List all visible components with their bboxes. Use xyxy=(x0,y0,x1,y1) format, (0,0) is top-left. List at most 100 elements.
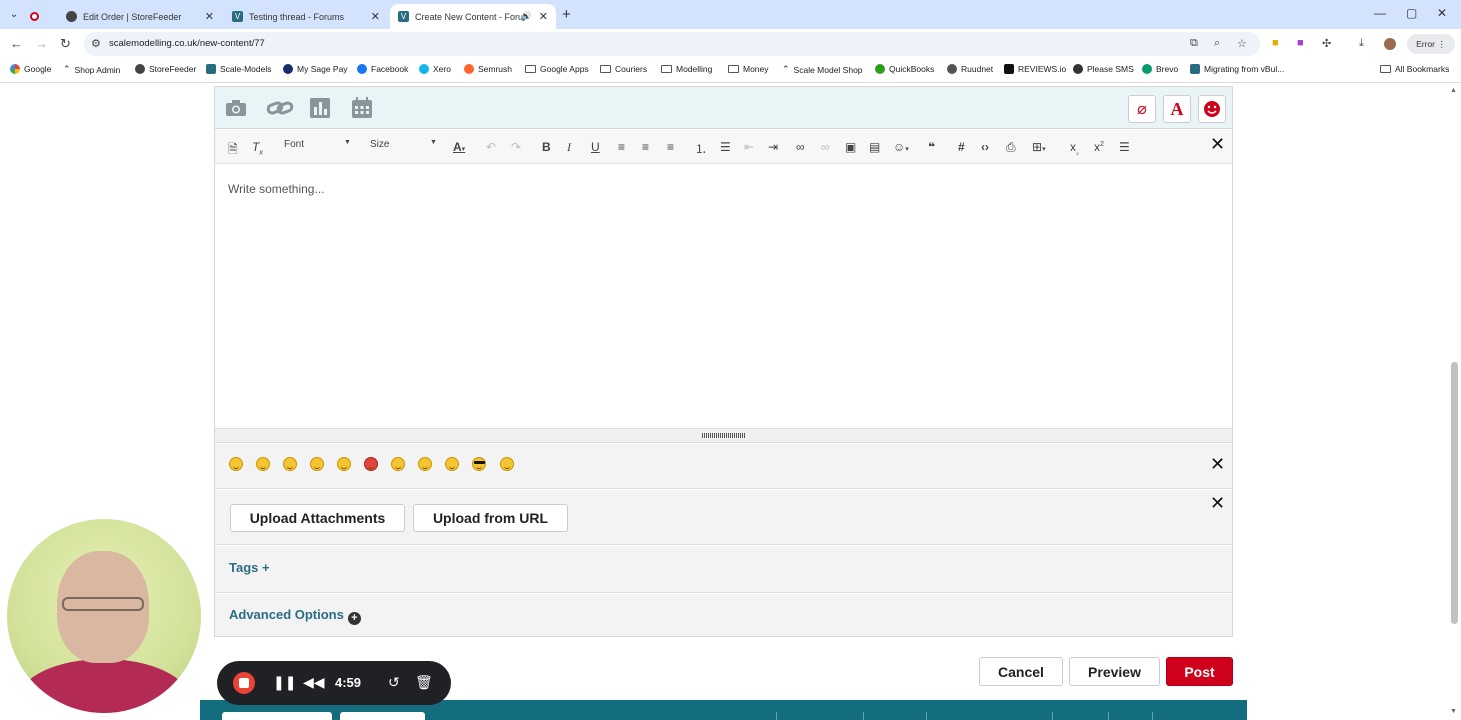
horizontal-rule-icon[interactable]: ☰ xyxy=(1119,140,1130,154)
forward-icon[interactable]: → xyxy=(35,36,48,51)
page-scrollbar[interactable]: ▲ ▼ xyxy=(1449,84,1459,720)
bookmark-all-bookmarks[interactable]: All Bookmarks xyxy=(1380,64,1449,74)
smiley-wink-icon[interactable] xyxy=(310,457,324,471)
bookmark-reviews-io[interactable]: REVIEWS.io xyxy=(1004,64,1066,74)
address-bar[interactable]: ⚙ scalemodelling.co.uk/new-content/77 ⧉ … xyxy=(84,32,1260,56)
align-center-icon[interactable]: ≡ xyxy=(642,140,649,154)
bookmark-my-sage-pay[interactable]: My Sage Pay xyxy=(283,64,348,74)
smiley-smile-icon[interactable] xyxy=(229,457,243,471)
scroll-down-icon[interactable]: ▼ xyxy=(1450,708,1457,715)
footer-tab[interactable] xyxy=(340,712,425,720)
restart-icon[interactable]: ↺ xyxy=(388,674,400,691)
extension-notes-icon[interactable]: ■ xyxy=(1272,37,1279,49)
footer-tab[interactable] xyxy=(222,712,332,720)
extensions-puzzle-icon[interactable]: ✣ xyxy=(1322,37,1331,50)
font-color-icon[interactable]: A▾ xyxy=(453,140,465,154)
close-tab-icon[interactable]: ✕ xyxy=(539,10,548,23)
tags-toggle[interactable]: Tags + xyxy=(229,560,270,575)
bookmark-storefeeder[interactable]: StoreFeeder xyxy=(135,64,196,74)
message-textarea[interactable]: Write something... xyxy=(215,165,1232,427)
speaker-icon[interactable]: 🔊 xyxy=(521,11,532,22)
hashtag-icon[interactable]: # xyxy=(958,140,965,154)
scroll-up-icon[interactable]: ▲ xyxy=(1450,87,1457,94)
close-smilies-icon[interactable]: ✕ xyxy=(1210,454,1225,475)
close-uploads-icon[interactable]: ✕ xyxy=(1210,493,1225,514)
reload-icon[interactable]: ↻ xyxy=(60,36,71,52)
insert-image-icon[interactable]: ▣ xyxy=(845,140,856,154)
table-icon[interactable]: ⊞▾ xyxy=(1032,140,1046,154)
redo-icon[interactable]: ↷ xyxy=(511,140,521,154)
preview-button[interactable]: Preview xyxy=(1069,657,1160,686)
zoom-icon[interactable]: ⌕ xyxy=(1214,37,1220,50)
smiley-surprised-icon[interactable] xyxy=(500,457,514,471)
delete-recording-icon[interactable]: 🗑 xyxy=(415,674,433,691)
bullet-list-icon[interactable]: ☰ xyxy=(720,140,731,154)
editor-resize-handle[interactable] xyxy=(215,428,1232,443)
camera-icon[interactable] xyxy=(224,96,248,120)
html-icon[interactable]: ⎙ xyxy=(1006,140,1016,155)
italic-icon[interactable]: I xyxy=(567,140,571,155)
close-tab-icon[interactable]: ✕ xyxy=(205,10,214,23)
bookmark-xero[interactable]: Xero xyxy=(419,64,451,74)
new-tab-icon[interactable]: + xyxy=(562,6,571,23)
stop-recording-button[interactable] xyxy=(233,672,255,694)
source-icon[interactable]: 🗎 xyxy=(228,140,238,161)
insert-link-icon[interactable]: ∞ xyxy=(796,140,805,154)
bookmark-google-apps[interactable]: Google Apps xyxy=(525,64,589,74)
smiley-neutral-icon[interactable] xyxy=(283,457,297,471)
post-button[interactable]: Post xyxy=(1166,657,1233,686)
undo-icon[interactable]: ↶ xyxy=(486,140,496,154)
site-info-icon[interactable]: ⚙ xyxy=(91,37,101,50)
close-toolbar-icon[interactable]: ✕ xyxy=(1210,134,1225,155)
bookmark-brevo[interactable]: Brevo xyxy=(1142,64,1178,74)
subscript-icon[interactable]: x₂ xyxy=(1070,140,1079,156)
bookmark-migrating[interactable]: Migrating from vBul... xyxy=(1190,64,1284,74)
profile-avatar-icon[interactable] xyxy=(1384,38,1396,50)
outdent-icon[interactable]: ⇤ xyxy=(744,140,754,154)
quote-icon[interactable]: ❝ xyxy=(928,140,935,154)
bookmark-please-sms[interactable]: Please SMS xyxy=(1073,64,1134,74)
remove-format-icon[interactable]: Tx xyxy=(252,140,263,156)
bookmark-star-icon[interactable]: ☆ xyxy=(1237,37,1247,50)
smiley-grin-icon[interactable] xyxy=(391,457,405,471)
profile-error-pill[interactable]: Error ⋮ xyxy=(1407,34,1455,54)
tab-create-new-content[interactable]: V Create New Content - Foru 🔊 ✕ xyxy=(390,4,556,29)
smiley-angry-icon[interactable] xyxy=(364,457,378,471)
bookmark-google[interactable]: Google xyxy=(10,64,51,74)
link-icon[interactable] xyxy=(265,96,295,120)
smiley-rolleyes-icon[interactable] xyxy=(445,457,459,471)
calendar-icon[interactable] xyxy=(350,96,374,120)
maximize-icon[interactable]: ▢ xyxy=(1406,6,1417,20)
smiley-cool-icon[interactable] xyxy=(472,457,486,471)
bookmark-scale-model-shop[interactable]: ⌃ Scale Model Shop xyxy=(782,64,863,75)
tab-edit-order[interactable]: Edit Order | StoreFeeder ✕ xyxy=(58,4,222,29)
bookmark-money[interactable]: Money xyxy=(728,64,769,74)
tab-search-chevron-icon[interactable]: ⌄ xyxy=(6,6,22,22)
back-icon[interactable]: ← xyxy=(10,36,23,51)
attachment-paperclip-icon[interactable]: ⌀ xyxy=(1128,95,1156,123)
window-close-icon[interactable]: ✕ xyxy=(1437,6,1447,20)
size-dropdown[interactable]: Size ▼ xyxy=(370,139,440,150)
underline-icon[interactable]: U xyxy=(591,140,600,154)
superscript-icon[interactable]: x2 xyxy=(1094,140,1104,154)
url-text[interactable]: scalemodelling.co.uk/new-content/77 xyxy=(109,38,265,49)
recording-tab[interactable] xyxy=(30,4,50,29)
smiley-silly-icon[interactable] xyxy=(337,457,351,471)
close-tab-icon[interactable]: ✕ xyxy=(371,10,380,23)
text-format-icon[interactable]: A xyxy=(1163,95,1191,123)
downloads-icon[interactable]: ⤓ xyxy=(1359,37,1364,50)
numbered-list-icon[interactable]: ⒈ xyxy=(695,140,707,157)
rewind-icon[interactable]: ◀◀ xyxy=(303,674,325,691)
bookmark-shop-admin[interactable]: ⌃ Shop Admin xyxy=(63,64,120,75)
indent-icon[interactable]: ⇥ xyxy=(768,140,778,154)
unlink-icon[interactable]: ∞ xyxy=(821,140,830,154)
bookmark-facebook[interactable]: Facebook xyxy=(357,64,408,74)
poll-chart-icon[interactable] xyxy=(308,96,332,120)
upload-from-url-button[interactable]: Upload from URL xyxy=(413,504,568,532)
insert-smiley-icon[interactable]: ☺▾ xyxy=(893,140,909,154)
smiley-sad-icon[interactable] xyxy=(418,457,432,471)
advanced-options-toggle[interactable]: Advanced Options + xyxy=(229,607,361,625)
bookmark-couriers[interactable]: Couriers xyxy=(600,64,647,74)
extension-purple-icon[interactable]: ■ xyxy=(1297,37,1304,49)
pause-icon[interactable]: ❚❚ xyxy=(273,674,296,691)
